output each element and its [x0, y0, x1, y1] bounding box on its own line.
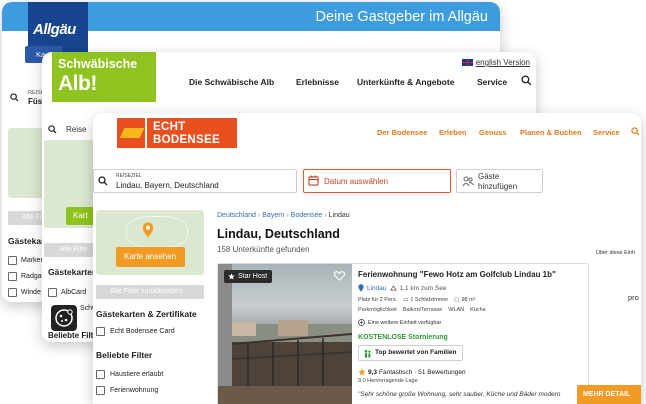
listing-photo[interactable]: Star Host: [218, 264, 352, 404]
free-cancellation-label: KOSTENLOSE Stornierung: [358, 334, 448, 341]
allgaeu-filter-option[interactable]: Marken: [8, 256, 44, 265]
listing-distance: 1,1 km zum See: [399, 284, 447, 292]
star-icon: [228, 273, 235, 280]
listing-rating: 9,3 Fantastisch · 51 Bewertungen: [358, 368, 466, 376]
alb-map-button[interactable]: Kart: [66, 207, 96, 225]
more-units-note: Eine weitere Einheit verfügbar: [358, 319, 441, 326]
breadcrumb: Deutschland › Bayern › Bodensee › Lindau: [217, 212, 350, 219]
listing-amenities: Parkmöglichkeit Balkon/Terrasse WLAN Küc…: [358, 307, 486, 313]
nav-unterkuenfte[interactable]: Unterkünfte & Angebote: [357, 77, 454, 87]
breadcrumb-link[interactable]: Bodensee: [291, 212, 323, 219]
checkbox[interactable]: [96, 386, 105, 395]
add-circle-icon: [358, 319, 365, 326]
listing-location: Lindau 1,1 km zum See: [358, 284, 447, 292]
map-view-button[interactable]: Karte ansehen: [116, 247, 185, 267]
star-host-badge: Star Host: [224, 270, 273, 283]
map-pin-icon: [358, 284, 364, 292]
location-rating: 9,0 Hervorragende Lage: [358, 378, 418, 384]
alb-filter-option[interactable]: AlbCard: [48, 288, 86, 297]
search-value: Reise: [66, 125, 87, 134]
nav-der-bodensee[interactable]: Der Bodensee: [377, 128, 427, 137]
search-label: REISEZIEL: [116, 173, 142, 179]
checkbox[interactable]: [8, 272, 17, 281]
uk-flag-icon: [461, 59, 473, 66]
checkbox[interactable]: [8, 288, 17, 297]
echt-bodensee-window: ECHT BODENSEE Der Bodensee Erleben Genus…: [93, 113, 641, 404]
allgaeu-filter-option[interactable]: Radgas: [8, 272, 45, 281]
balcony-photo: [218, 264, 352, 404]
alb-reset-filter-button[interactable]: Alle Filte: [44, 243, 94, 257]
reset-filters-button[interactable]: Alle Filter zurücksetzen: [96, 285, 204, 299]
rating-word: Fantastisch: [379, 368, 413, 376]
heart-icon[interactable]: [334, 271, 345, 281]
distance-icon: [389, 285, 397, 291]
allgaeu-banner-title: Deine Gastgeber im Allgäu: [315, 9, 489, 25]
search-icon: [98, 176, 108, 186]
screenshot-collage: Deine Gastgeber im Allgäu Allgäu REISEZ …: [0, 0, 646, 404]
checkbox[interactable]: [48, 288, 57, 297]
family-rating-badge: Top bewertet von Familien: [358, 345, 463, 361]
popular-filters-heading: Beliebte Filter: [96, 350, 153, 360]
adjacent-card-label: Über diese Einh: [596, 250, 636, 256]
rating-count[interactable]: · 51 Bewertungen: [414, 369, 465, 376]
family-icon: [364, 349, 371, 358]
more-details-button[interactable]: MEHR DETAIL: [577, 385, 641, 404]
guests-value: Gäste: [478, 172, 500, 181]
listing-city[interactable]: Lindau: [367, 285, 387, 292]
alb-popular-heading: Beliebte Filte: [48, 331, 98, 340]
listing-facts: Platz für 2 Pers. ▭ 1 Schlafzimmer ▢ 98 m²: [358, 297, 476, 303]
checkbox[interactable]: [96, 370, 105, 379]
checkbox[interactable]: [8, 256, 17, 265]
alb-filter-heading: Gästekarten: [48, 267, 98, 277]
users-icon: [462, 176, 474, 187]
language-switch[interactable]: english Version: [461, 58, 530, 67]
date-value: Datum auswählen: [324, 177, 389, 186]
checkbox[interactable]: [96, 327, 105, 336]
search-icon[interactable]: [631, 127, 640, 136]
search-icon: [48, 125, 57, 134]
cookie-settings-button[interactable]: [51, 305, 77, 331]
allgaeu-filter-option[interactable]: Winde: [8, 288, 41, 297]
nav-erlebnisse[interactable]: Erlebnisse: [296, 77, 339, 87]
rating-score: 9,3: [368, 368, 378, 376]
review-quote: "Sehr schöne große Wohnung, sehr sauber,…: [358, 391, 561, 398]
calendar-icon: [308, 175, 319, 186]
search-icon: [10, 93, 19, 102]
filter-option-pets-allowed[interactable]: Haustiere erlaubt: [96, 370, 163, 379]
guest-cards-heading: Gästekarten & Zertifikate: [96, 309, 197, 319]
nav-service[interactable]: Service: [593, 128, 620, 137]
bodensee-logo-mark: [117, 118, 145, 148]
breadcrumb-link[interactable]: Deutschland: [217, 212, 256, 219]
bed-icon: ▭: [403, 297, 409, 303]
cookie-icon: [55, 309, 73, 327]
destination-search-field[interactable]: REISEZIEL Lindau, Bayern, Deutschland: [93, 169, 297, 193]
breadcrumb-link[interactable]: Bayern: [262, 212, 284, 219]
search-value: Lindau, Bayern, Deutschland: [116, 181, 219, 190]
guests-field[interactable]: Gäste hinzufügen: [456, 169, 543, 193]
listing-title[interactable]: Ferienwohnung "Fewo Hotz am Golfclub Lin…: [358, 270, 556, 279]
listing-card[interactable]: Star Host Ferienwohnung "Fewo Hotz am Go…: [217, 263, 589, 404]
nav-die-schwaebische-alb[interactable]: Die Schwäbische Alb: [189, 77, 274, 87]
filter-option-echt-bodensee-card[interactable]: Echt Bodensee Card: [96, 327, 175, 336]
map-pin-icon: [142, 222, 154, 238]
result-count: 158 Unterkünfte gefunden: [217, 245, 310, 254]
area-icon: ▢: [454, 297, 460, 303]
nav-service[interactable]: Service: [477, 77, 507, 87]
nav-planen-buchen[interactable]: Planen & Buchen: [520, 128, 582, 137]
search-icon[interactable]: [521, 75, 532, 86]
page-title: Lindau, Deutschland: [217, 227, 340, 241]
alb-logo[interactable]: Schwäbische Alb!: [52, 52, 156, 102]
nav-erleben[interactable]: Erleben: [439, 128, 467, 137]
star-icon: [358, 368, 366, 376]
breadcrumb-current: Lindau: [328, 212, 350, 219]
adjacent-card-price-label: pro: [628, 293, 639, 302]
filter-option-holiday-apartment[interactable]: Ferienwohnung: [96, 386, 158, 395]
date-picker-field[interactable]: Datum auswählen: [303, 169, 451, 193]
bodensee-logo[interactable]: ECHT BODENSEE: [117, 118, 237, 148]
nav-genuss[interactable]: Genuss: [479, 128, 507, 137]
